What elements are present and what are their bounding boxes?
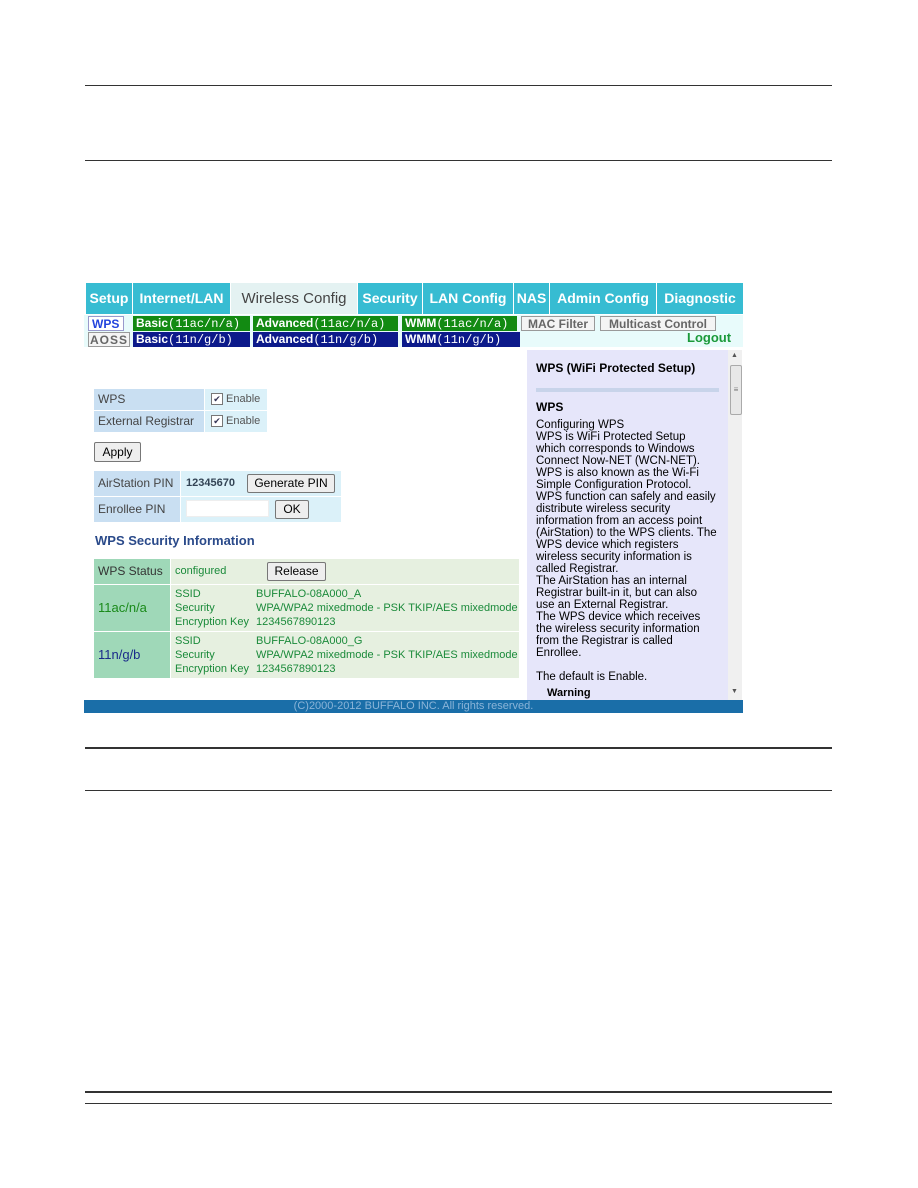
tab-diagnostic[interactable]: Diagnostic [657, 283, 743, 314]
enable-label: Enable [226, 415, 261, 427]
security-label: Security [175, 649, 215, 661]
band: (11ac/n/a) [313, 317, 386, 331]
key-label: Encryption Key [175, 663, 249, 675]
subtab-multicast-control[interactable]: Multicast Control [600, 316, 716, 331]
key-value: 1234567890123 [256, 663, 336, 675]
enable-label: Enable [226, 393, 261, 405]
label: WMM [405, 332, 437, 346]
tab-nas[interactable]: NAS [514, 283, 550, 314]
help-warning: Warning [547, 687, 591, 699]
subtab-aoss[interactable]: AOSS [88, 332, 130, 347]
band: (11n/g/b) [313, 333, 379, 347]
subnav: WPS AOSS Basic(11ac/n/a) Advanced(11ac/n… [84, 315, 743, 347]
band-11ac-label: 11ac/n/a [94, 585, 170, 631]
external-registrar-checkbox[interactable]: ✔ [211, 415, 223, 428]
wps-label: WPS [94, 389, 204, 410]
key-value: 1234567890123 [256, 616, 336, 628]
divider [85, 1103, 832, 1104]
wps-enable[interactable]: ✔ Enable [205, 389, 267, 410]
divider [85, 160, 832, 161]
label: Basic [136, 316, 169, 330]
band-11n-info: SSID BUFFALO-08A000_G Security WPA/WPA2 … [171, 632, 519, 678]
label: Advanced [256, 316, 314, 330]
security-label: Security [175, 602, 215, 614]
help-divider [536, 388, 719, 392]
wps-status-row: configured [171, 559, 519, 584]
generate-pin-button[interactable]: Generate PIN [247, 474, 335, 493]
tab-wireless-config[interactable]: Wireless Config [231, 283, 358, 314]
divider [85, 1091, 832, 1093]
ok-button[interactable]: OK [275, 500, 309, 519]
ssid-value: BUFFALO-08A000_G [256, 635, 363, 647]
help-heading: WPS [536, 400, 564, 414]
band: (11ac/n/a) [168, 317, 241, 331]
band: (11n/g/b) [436, 333, 502, 347]
wps-security-title: WPS Security Information [95, 533, 255, 548]
enrollee-pin-input[interactable] [186, 500, 269, 517]
subtab-mac-filter[interactable]: MAC Filter [521, 316, 595, 331]
label: WMM [405, 316, 437, 330]
ssid-label: SSID [175, 635, 201, 647]
ssid-value: BUFFALO-08A000_A [256, 588, 362, 600]
router-config-screenshot: Setup Internet/LAN Wireless Config Secur… [84, 282, 743, 713]
subtab-wmm-11ac[interactable]: WMM(11ac/n/a) [402, 316, 517, 331]
tab-lan-config[interactable]: LAN Config [423, 283, 514, 314]
external-registrar-label: External Registrar [94, 411, 204, 432]
key-label: Encryption Key [175, 616, 249, 628]
divider [85, 790, 832, 791]
apply-button[interactable]: Apply [94, 442, 141, 462]
enrollee-pin-label: Enrollee PIN [94, 497, 180, 522]
help-scrollbar[interactable]: ▲ ≡ ▼ [728, 350, 742, 700]
subtab-basic-11n[interactable]: Basic(11n/g/b) [133, 332, 250, 347]
subtab-advanced-11n[interactable]: Advanced(11n/g/b) [253, 332, 398, 347]
help-title: WPS (WiFi Protected Setup) [536, 361, 696, 375]
wps-checkbox[interactable]: ✔ [211, 393, 223, 406]
help-panel: WPS (WiFi Protected Setup) WPS Configuri… [527, 350, 728, 700]
airstation-pin-label: AirStation PIN [94, 471, 180, 496]
subtab-wmm-11n[interactable]: WMM(11n/g/b) [402, 332, 520, 347]
scroll-up-icon[interactable]: ▲ [731, 352, 738, 359]
help-body: Configuring WPS WPS is WiFi Protected Se… [536, 419, 717, 683]
tab-security[interactable]: Security [358, 283, 423, 314]
logout-link[interactable]: Logout [684, 330, 731, 345]
band-11ac-info: SSID BUFFALO-08A000_A Security WPA/WPA2 … [171, 585, 519, 631]
scroll-thumb[interactable]: ≡ [730, 365, 742, 415]
wps-status-value: configured [175, 565, 227, 577]
divider [85, 747, 832, 749]
band: (11ac/n/a) [436, 317, 509, 331]
tab-setup[interactable]: Setup [86, 283, 133, 314]
security-value: WPA/WPA2 mixedmode - PSK TKIP/AES mixedm… [256, 649, 518, 661]
scroll-down-icon[interactable]: ▼ [731, 688, 738, 695]
security-value: WPA/WPA2 mixedmode - PSK TKIP/AES mixedm… [256, 602, 518, 614]
wps-status-label: WPS Status [94, 559, 170, 584]
ssid-label: SSID [175, 588, 201, 600]
band-11n-label: 11n/g/b [94, 632, 170, 678]
divider [85, 85, 832, 86]
airstation-pin-value: 12345670 [186, 477, 235, 489]
release-button[interactable]: Release [267, 562, 326, 581]
label: Advanced [256, 332, 314, 346]
footer: (C)2000-2012 BUFFALO INC. All rights res… [84, 700, 743, 713]
band: (11n/g/b) [168, 333, 233, 347]
subtab-wps[interactable]: WPS [88, 316, 124, 331]
tab-admin-config[interactable]: Admin Config [550, 283, 657, 314]
subtab-basic-11ac[interactable]: Basic(11ac/n/a) [133, 316, 250, 331]
tab-internet-lan[interactable]: Internet/LAN [133, 283, 231, 314]
subtab-advanced-11ac[interactable]: Advanced(11ac/n/a) [253, 316, 398, 331]
label: Basic [136, 332, 169, 346]
external-registrar-enable[interactable]: ✔ Enable [205, 411, 267, 432]
